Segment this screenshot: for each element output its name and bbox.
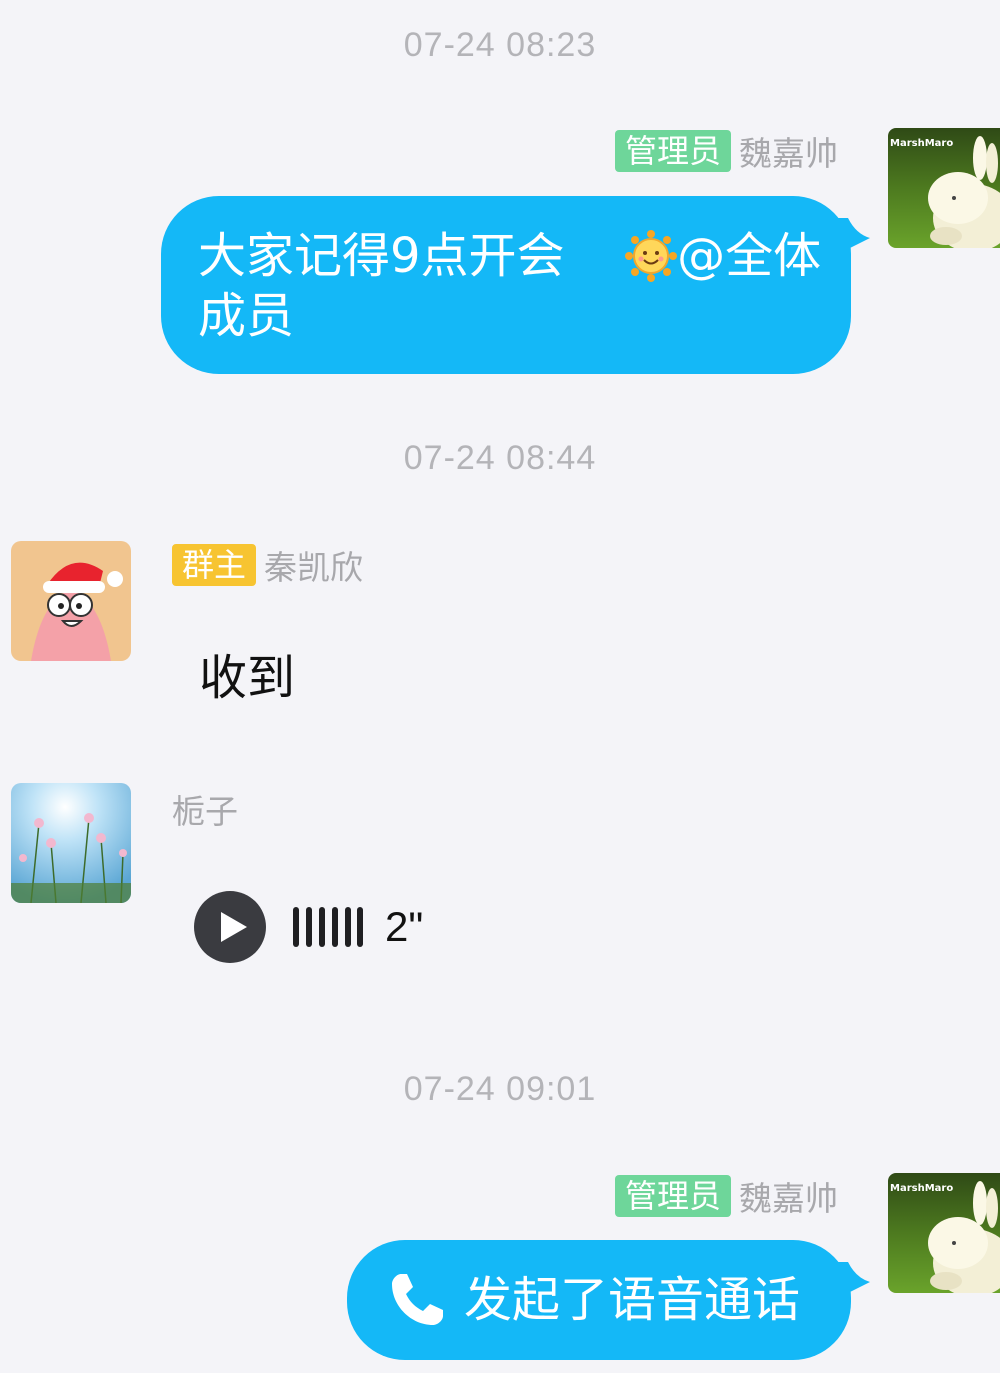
sender-meta-4: 管理员 魏嘉帅: [614, 1172, 838, 1220]
play-icon[interactable]: [193, 890, 267, 964]
sender-meta-2: 群主 秦凯欣: [172, 541, 363, 589]
message-line-2: 成员: [198, 288, 295, 344]
avatar-weijiashuai[interactable]: MarshMaro: [888, 1173, 1000, 1293]
avatar-zhizi[interactable]: [11, 783, 131, 903]
bubble-tail: [838, 218, 872, 258]
sender-name[interactable]: 秦凯欣: [264, 541, 363, 589]
avatar-logo-text: MarshMaro: [890, 138, 954, 149]
avatar-weijiashuai[interactable]: MarshMaro: [888, 128, 1000, 248]
avatar-logo-text: MarshMaro: [890, 1183, 954, 1194]
message-bubble[interactable]: 大家记得9点开会 @全体 成员: [161, 196, 851, 374]
admin-badge: 管理员: [614, 130, 731, 172]
timestamp-1: 07-24 08:23: [403, 26, 597, 64]
sender-name[interactable]: 魏嘉帅: [739, 127, 838, 175]
call-text: 发起了语音通话: [464, 1272, 801, 1328]
avatar-qinkaixin[interactable]: [11, 541, 131, 661]
admin-badge: 管理员: [614, 1175, 731, 1217]
sender-name[interactable]: 栀子: [172, 785, 238, 833]
message-text[interactable]: 收到: [199, 638, 295, 708]
mention-all[interactable]: @全体: [677, 228, 821, 284]
sender-meta-1: 管理员 魏嘉帅: [614, 127, 838, 175]
voice-message[interactable]: 2": [193, 890, 423, 964]
message-text: 大家记得9点开会: [198, 228, 565, 284]
owner-badge: 群主: [172, 544, 257, 586]
sender-name[interactable]: 魏嘉帅: [739, 1172, 838, 1220]
timestamp-2: 07-24 08:44: [403, 439, 597, 477]
voice-wave-icon: [293, 905, 363, 949]
phone-icon: [387, 1270, 447, 1334]
sun-emoji-icon: [625, 230, 678, 296]
voice-duration: 2": [385, 903, 424, 950]
timestamp-3: 07-24 09:01: [403, 1070, 597, 1108]
bubble-tail: [838, 1262, 872, 1302]
voice-call-bubble[interactable]: 发起了语音通话: [347, 1240, 851, 1360]
